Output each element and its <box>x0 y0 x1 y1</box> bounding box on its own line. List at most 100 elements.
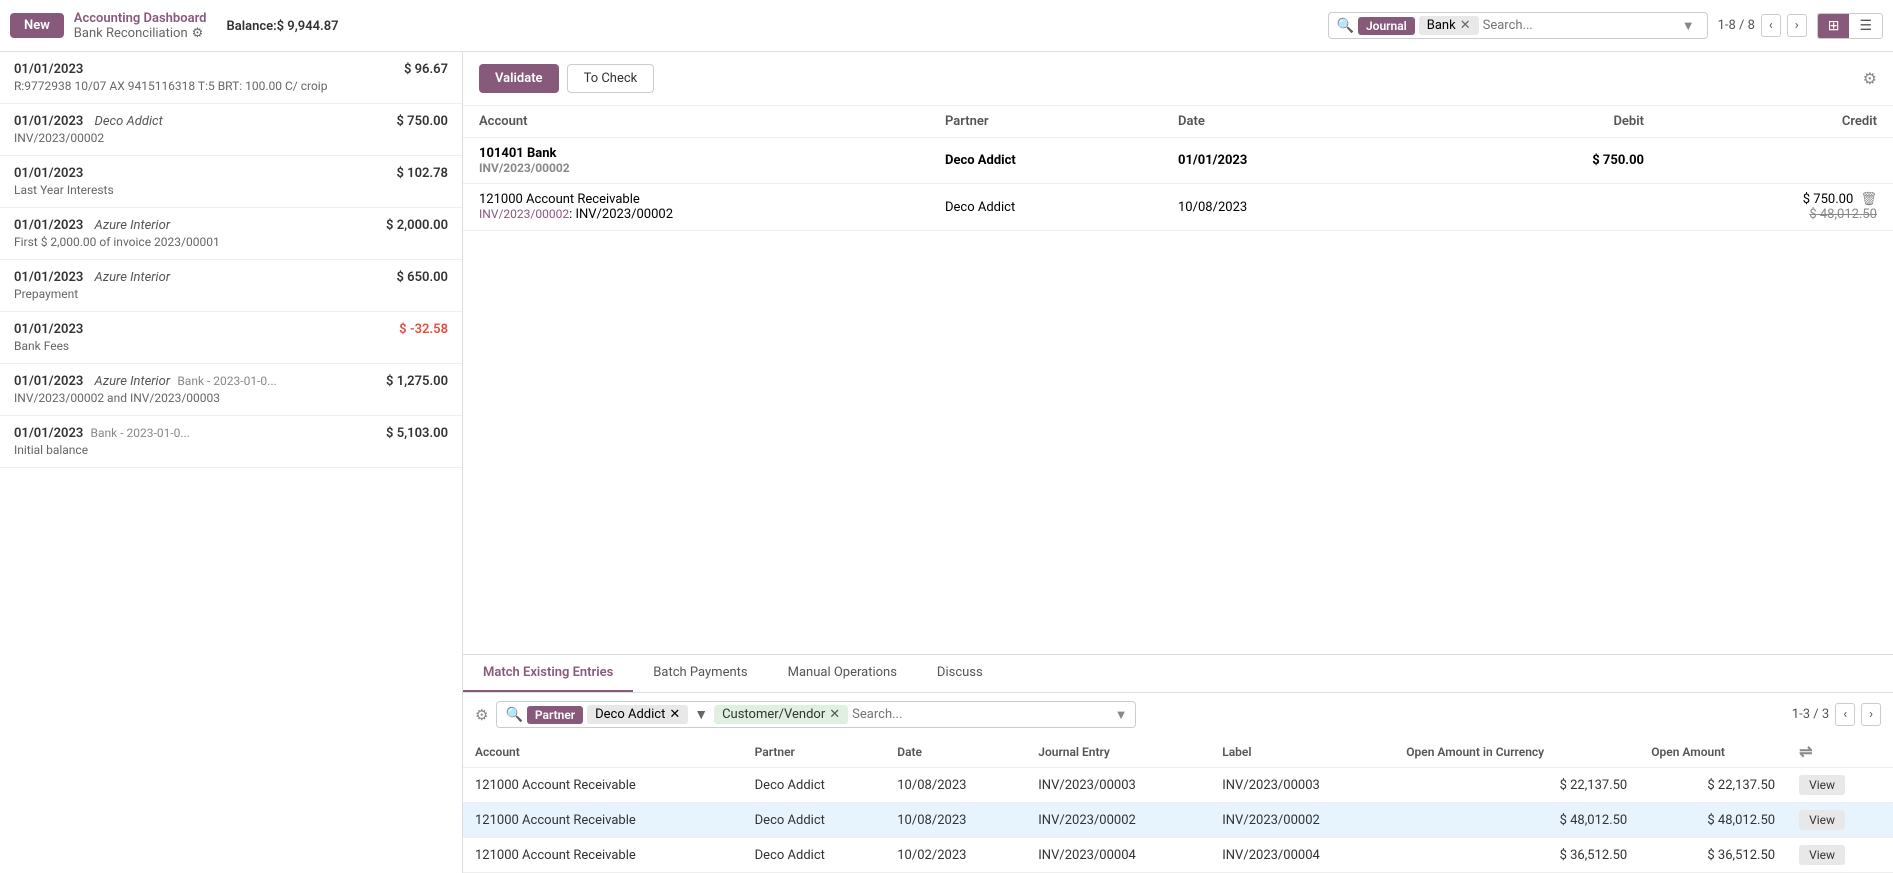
cell-oa-2: $ 36,512.50 <box>1639 838 1787 873</box>
cell-label-0: INV/2023/00003 <box>1210 768 1394 803</box>
delete-icon[interactable]: 🗑 <box>1860 192 1877 207</box>
match-credit-amount: $ 750.00 🗑 <box>1644 192 1877 207</box>
match-credit-strikethrough: $ 48,012.50 <box>1644 207 1877 222</box>
tab-3[interactable]: Discuss <box>917 655 1003 692</box>
bank-tag-remove[interactable]: ✕ <box>1460 18 1471 33</box>
col-partner: Partner <box>945 114 1178 129</box>
bottom-table-body: 121000 Account Receivable Deco Addict 10… <box>463 768 1893 873</box>
bottom-table: Account Partner Date Journal Entry Label… <box>463 736 1893 873</box>
match-account-name-1: 101401 Bank <box>479 146 945 161</box>
filter-search-input[interactable] <box>852 707 1110 722</box>
bank-tag-label: Bank <box>1427 18 1456 33</box>
table-row-1[interactable]: 121000 Account Receivable Deco Addict 10… <box>463 803 1893 838</box>
filter-tag-remove[interactable]: ✕ <box>829 707 840 722</box>
journal-tag[interactable]: Journal <box>1358 17 1415 35</box>
col-settings-icon[interactable]: ⇌ <box>1799 742 1812 761</box>
prev-page-button[interactable]: ‹ <box>1761 14 1781 37</box>
left-item-7[interactable]: 01/01/2023 Bank - 2023-01-0... $ 5,103.0… <box>0 416 462 468</box>
cell-oa-0: $ 22,137.50 <box>1639 768 1787 803</box>
cell-journal-2: INV/2023/00004 <box>1026 838 1210 873</box>
match-account-link-text[interactable]: INV/2023/00002 <box>479 207 569 221</box>
cell-view-1: View <box>1787 803 1893 838</box>
left-item-partner-4: Azure Interior <box>95 270 171 285</box>
left-item-partner-6: Azure Interior <box>95 374 171 389</box>
search-bar: 🔍 Journal Bank ✕ ▼ <box>1328 12 1708 39</box>
left-item-desc-5: Bank Fees <box>14 339 448 353</box>
partner-filter-tag[interactable]: Partner <box>527 706 583 724</box>
view-button-0[interactable]: View <box>1799 775 1845 795</box>
bottom-table-header: Account Partner Date Journal Entry Label… <box>463 736 1893 768</box>
cell-view-0: View <box>1787 768 1893 803</box>
th-actions: ⇌ <box>1787 736 1893 768</box>
right-panel: Validate To Check ⚙ Account Partner Date… <box>463 52 1893 873</box>
kanban-view-button[interactable]: ⊞ <box>1818 14 1850 38</box>
list-view-button[interactable]: ☰ <box>1849 14 1882 38</box>
to-check-button[interactable]: To Check <box>567 64 655 93</box>
col-date: Date <box>1178 114 1411 129</box>
left-item-date-1: 01/01/2023 <box>14 114 83 129</box>
match-partner-1: Deco Addict <box>945 153 1178 168</box>
search-dropdown-icon[interactable]: ▼ <box>1678 18 1699 34</box>
deco-addict-filter-tag: Deco Addict ✕ <box>587 705 688 724</box>
col-credit: Credit <box>1644 114 1877 129</box>
validate-button[interactable]: Validate <box>479 64 559 93</box>
table-row-0[interactable]: 121000 Account Receivable Deco Addict 10… <box>463 768 1893 803</box>
filter-dropdown-icon[interactable]: ▼ <box>1115 707 1128 723</box>
tabs: Match Existing EntriesBatch PaymentsManu… <box>463 655 1893 693</box>
filter-next-button[interactable]: › <box>1861 703 1881 726</box>
search-input[interactable] <box>1483 18 1674 33</box>
left-item-2[interactable]: 01/01/2023 $ 102.78 Last Year Interests <box>0 156 462 208</box>
tab-1[interactable]: Batch Payments <box>633 655 767 692</box>
left-item-3[interactable]: 01/01/2023 Azure Interior $ 2,000.00 Fir… <box>0 208 462 260</box>
breadcrumb: Accounting Dashboard Bank Reconciliation… <box>74 11 207 41</box>
filter-pagination: 1-3 / 3 ‹ › <box>1792 703 1881 726</box>
table-row-2[interactable]: 121000 Account Receivable Deco Addict 10… <box>463 838 1893 873</box>
filter-prev-button[interactable]: ‹ <box>1835 703 1855 726</box>
left-item-amount-3: $ 2,000.00 <box>386 218 448 233</box>
left-item-date-3: 01/01/2023 <box>14 218 83 233</box>
breadcrumb-top[interactable]: Accounting Dashboard <box>74 11 207 26</box>
left-item-1[interactable]: 01/01/2023 Deco Addict $ 750.00 INV/2023… <box>0 104 462 156</box>
left-item-desc-4: Prepayment <box>14 287 448 301</box>
deco-tag-label: Deco Addict <box>595 707 665 722</box>
action-bar: Validate To Check ⚙ <box>463 52 1893 106</box>
left-item-amount-5: $ -32.58 <box>399 322 448 337</box>
cell-label-1: INV/2023/00002 <box>1210 803 1394 838</box>
cell-oac-1: $ 48,012.50 <box>1394 803 1639 838</box>
tab-0[interactable]: Match Existing Entries <box>463 655 633 692</box>
new-button[interactable]: New <box>10 13 64 38</box>
col-debit: Debit <box>1411 114 1644 129</box>
balance-display: Balance:$ 9,944.87 <box>226 18 338 34</box>
breadcrumb-sub: Bank Reconciliation <box>74 26 188 41</box>
search-icon: 🔍 <box>1337 18 1354 34</box>
left-item-amount-6: $ 1,275.00 <box>386 374 448 389</box>
settings-icon[interactable]: ⚙ <box>1863 69 1877 88</box>
breadcrumb-bottom: Bank Reconciliation ⚙ <box>74 26 207 41</box>
left-item-5[interactable]: 01/01/2023 $ -32.58 Bank Fees <box>0 312 462 364</box>
bank-tag: Bank ✕ <box>1419 16 1479 35</box>
pagination: 1-8 / 8 ‹ › <box>1718 14 1807 37</box>
tab-2[interactable]: Manual Operations <box>768 655 917 692</box>
match-row-2: 121000 Account Receivable INV/2023/00002… <box>463 184 1893 231</box>
left-item-4[interactable]: 01/01/2023 Azure Interior $ 650.00 Prepa… <box>0 260 462 312</box>
cell-partner-2: Deco Addict <box>743 838 886 873</box>
left-item-0[interactable]: 01/01/2023 $ 96.67 R:9772938 10/07 AX 94… <box>0 52 462 104</box>
view-button-2[interactable]: View <box>1799 845 1845 865</box>
filter-pagination-label: 1-3 / 3 <box>1792 707 1829 722</box>
left-item-amount-7: $ 5,103.00 <box>386 426 448 441</box>
view-button-1[interactable]: View <box>1799 810 1845 830</box>
left-item-date-6: 01/01/2023 <box>14 374 83 389</box>
pagination-label: 1-8 / 8 <box>1718 18 1755 33</box>
cell-account-0: 121000 Account Receivable <box>463 768 743 803</box>
left-item-6[interactable]: 01/01/2023 Azure Interior Bank - 2023-01… <box>0 364 462 416</box>
th-partner: Partner <box>743 736 886 768</box>
deco-tag-remove[interactable]: ✕ <box>669 707 680 722</box>
left-item-desc-7: Initial balance <box>14 443 448 457</box>
cell-label-2: INV/2023/00004 <box>1210 838 1394 873</box>
cell-oac-2: $ 36,512.50 <box>1394 838 1639 873</box>
filter-gear-icon[interactable]: ⚙ <box>475 706 488 724</box>
next-page-button[interactable]: › <box>1787 14 1807 37</box>
th-account: Account <box>463 736 743 768</box>
cell-partner-0: Deco Addict <box>743 768 886 803</box>
breadcrumb-settings-icon[interactable]: ⚙ <box>192 26 204 41</box>
